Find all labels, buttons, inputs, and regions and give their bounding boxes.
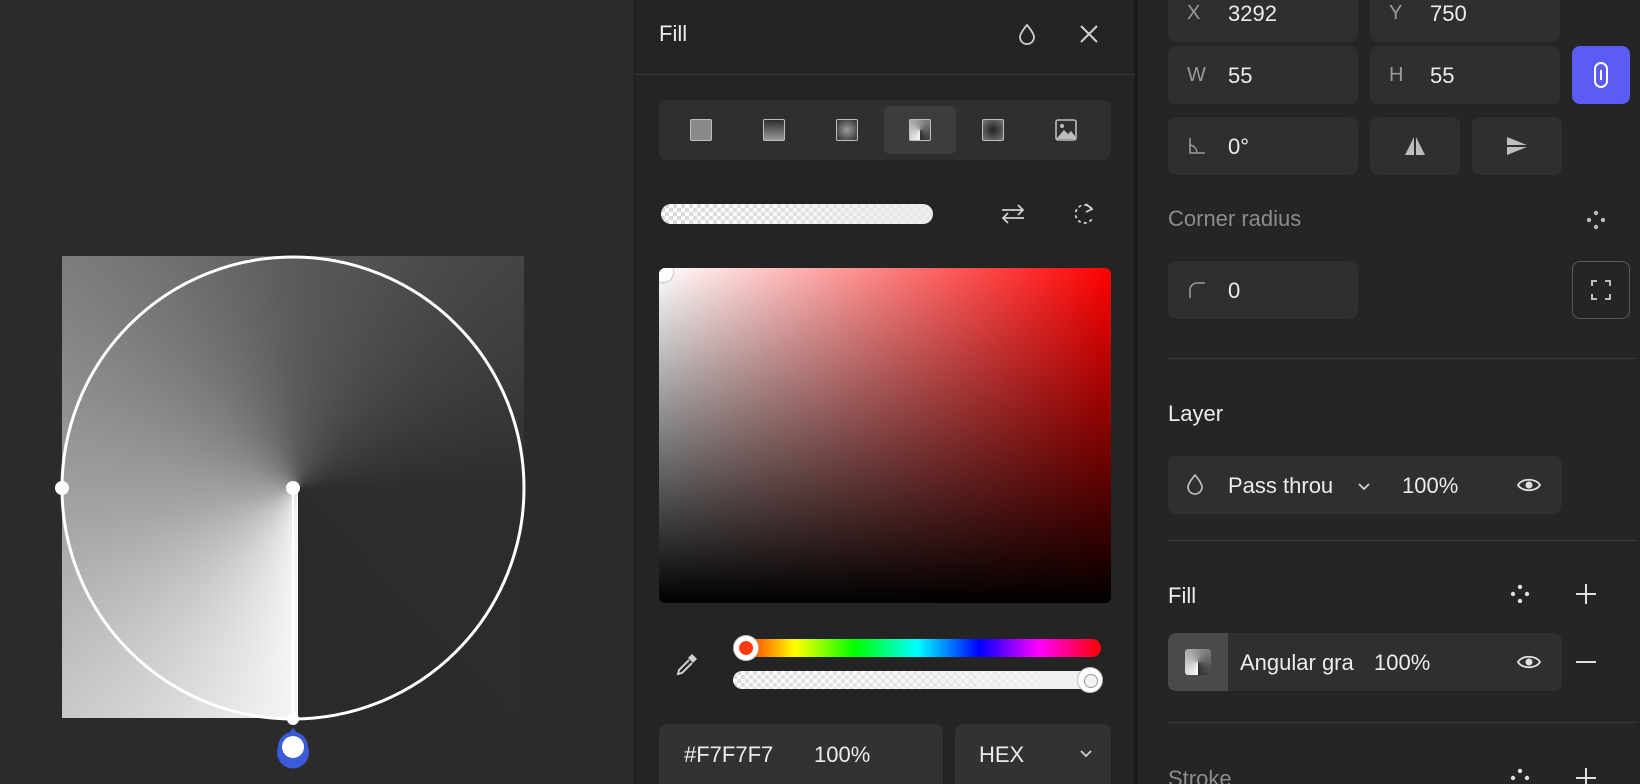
canvas[interactable] xyxy=(0,0,634,784)
solid-fill-button[interactable] xyxy=(665,106,737,154)
y-value[interactable]: 750 xyxy=(1430,1,1467,27)
fill-item-row[interactable]: Angular gra 100% xyxy=(1168,633,1562,691)
y-label: Y xyxy=(1389,2,1403,24)
color-mode-label: HEX xyxy=(979,742,1025,767)
gradient-end-handle[interactable] xyxy=(287,713,299,725)
color-picker-handle[interactable] xyxy=(659,268,673,282)
flip-vertical-button[interactable] xyxy=(1472,117,1562,175)
expand-corners-button[interactable] xyxy=(1572,261,1630,319)
height-field[interactable]: H 55 xyxy=(1370,46,1560,104)
fill-swatch[interactable] xyxy=(1168,633,1228,691)
rotation-field[interactable]: 0° xyxy=(1168,117,1358,175)
hex-color-field[interactable]: #F7F7F7 100% xyxy=(659,724,943,784)
hex-opacity[interactable]: 100% xyxy=(814,742,870,768)
blend-mode-value[interactable]: Pass throu xyxy=(1228,473,1338,499)
corner-radius-value[interactable]: 0 xyxy=(1228,278,1240,304)
gradient-stops-track[interactable] xyxy=(661,204,933,224)
radial-gradient-icon xyxy=(836,119,858,141)
image-fill-icon xyxy=(1055,119,1077,141)
linear-gradient-button[interactable] xyxy=(738,106,810,154)
independent-corners-icon[interactable] xyxy=(1580,204,1612,236)
stroke-styles-icon[interactable] xyxy=(1504,762,1536,784)
solid-fill-icon xyxy=(690,119,712,141)
blend-mode-icon xyxy=(1187,473,1203,495)
flip-horizontal-button[interactable] xyxy=(1370,117,1460,175)
canvas-artwork xyxy=(55,255,526,769)
w-value[interactable]: 55 xyxy=(1228,63,1252,89)
fill-opacity-value[interactable]: 100% xyxy=(1374,650,1430,676)
linear-gradient-icon xyxy=(763,119,785,141)
saturation-value-picker[interactable] xyxy=(659,268,1111,603)
angular-gradient-icon xyxy=(909,119,931,141)
eyedropper-icon[interactable] xyxy=(673,650,701,678)
chevron-down-icon[interactable] xyxy=(1356,478,1372,494)
fill-popover: Fill #F7F7F7 100% HEX xyxy=(634,0,1135,784)
fill-section-title: Fill xyxy=(1168,583,1197,608)
gradient-center-handle[interactable] xyxy=(286,481,300,495)
section-divider xyxy=(1168,358,1638,359)
remove-fill-icon[interactable] xyxy=(1570,646,1602,678)
eye-icon[interactable] xyxy=(1516,651,1542,673)
angular-gradient-swatch-icon xyxy=(1185,649,1211,675)
opacity-slider[interactable] xyxy=(733,671,1101,689)
popover-title: Fill xyxy=(659,21,688,46)
h-label: H xyxy=(1389,64,1404,86)
fill-type-label[interactable]: Angular gra xyxy=(1240,650,1364,676)
y-position-field[interactable]: Y 750 xyxy=(1370,0,1560,42)
properties-panel: X 3292 Y 750 W 55 H 55 0° Corner radius … xyxy=(1134,0,1640,784)
rotation-value[interactable]: 0° xyxy=(1228,134,1249,160)
stroke-section-title: Stroke xyxy=(1168,766,1232,784)
x-position-field[interactable]: X 3292 xyxy=(1168,0,1358,42)
width-field[interactable]: W 55 xyxy=(1168,46,1358,104)
layer-blend-row: Pass throu 100% xyxy=(1168,456,1562,514)
layer-opacity-value[interactable]: 100% xyxy=(1402,473,1458,499)
corner-radius-field[interactable]: 0 xyxy=(1168,261,1358,319)
fill-styles-icon[interactable] xyxy=(1504,578,1536,610)
add-fill-icon[interactable] xyxy=(1570,578,1602,610)
close-icon[interactable] xyxy=(1073,18,1105,50)
blend-drop-icon[interactable] xyxy=(1011,18,1043,50)
expand-corners-icon xyxy=(1591,280,1611,300)
rotate-gradient-icon[interactable] xyxy=(1069,198,1101,230)
add-stroke-icon[interactable] xyxy=(1570,762,1602,784)
angular-gradient-button[interactable] xyxy=(884,106,956,154)
diamond-gradient-icon xyxy=(982,119,1004,141)
hex-value[interactable]: #F7F7F7 xyxy=(684,742,773,768)
image-fill-button[interactable] xyxy=(1030,106,1102,154)
flip-horizontal-icon xyxy=(1405,137,1425,155)
popover-header: Fill xyxy=(635,0,1135,75)
corner-radius-title: Corner radius xyxy=(1168,206,1302,231)
link-icon xyxy=(1594,62,1608,88)
color-mode-select[interactable]: HEX xyxy=(955,724,1111,784)
layer-title: Layer xyxy=(1168,401,1224,426)
hue-slider[interactable] xyxy=(733,639,1101,657)
fill-type-selector xyxy=(659,100,1111,160)
x-value[interactable]: 3292 xyxy=(1228,1,1277,27)
x-label: X xyxy=(1187,2,1201,24)
radial-gradient-button[interactable] xyxy=(811,106,883,154)
opacity-slider-handle[interactable] xyxy=(1077,667,1103,693)
w-label: W xyxy=(1187,64,1206,86)
section-divider xyxy=(1168,722,1638,723)
gradient-radius-handle[interactable] xyxy=(55,481,69,495)
flip-vertical-icon xyxy=(1507,137,1527,155)
h-value[interactable]: 55 xyxy=(1430,63,1454,89)
swap-stops-icon[interactable] xyxy=(997,198,1029,230)
corner-radius-icon xyxy=(1189,282,1205,298)
rotation-angle-icon xyxy=(1189,138,1205,154)
diamond-gradient-button[interactable] xyxy=(957,106,1029,154)
eye-icon[interactable] xyxy=(1516,474,1542,496)
chevron-down-icon xyxy=(1080,750,1092,758)
hue-slider-handle[interactable] xyxy=(733,635,759,661)
constrain-proportions-button[interactable] xyxy=(1572,46,1630,104)
section-divider xyxy=(1168,540,1638,541)
